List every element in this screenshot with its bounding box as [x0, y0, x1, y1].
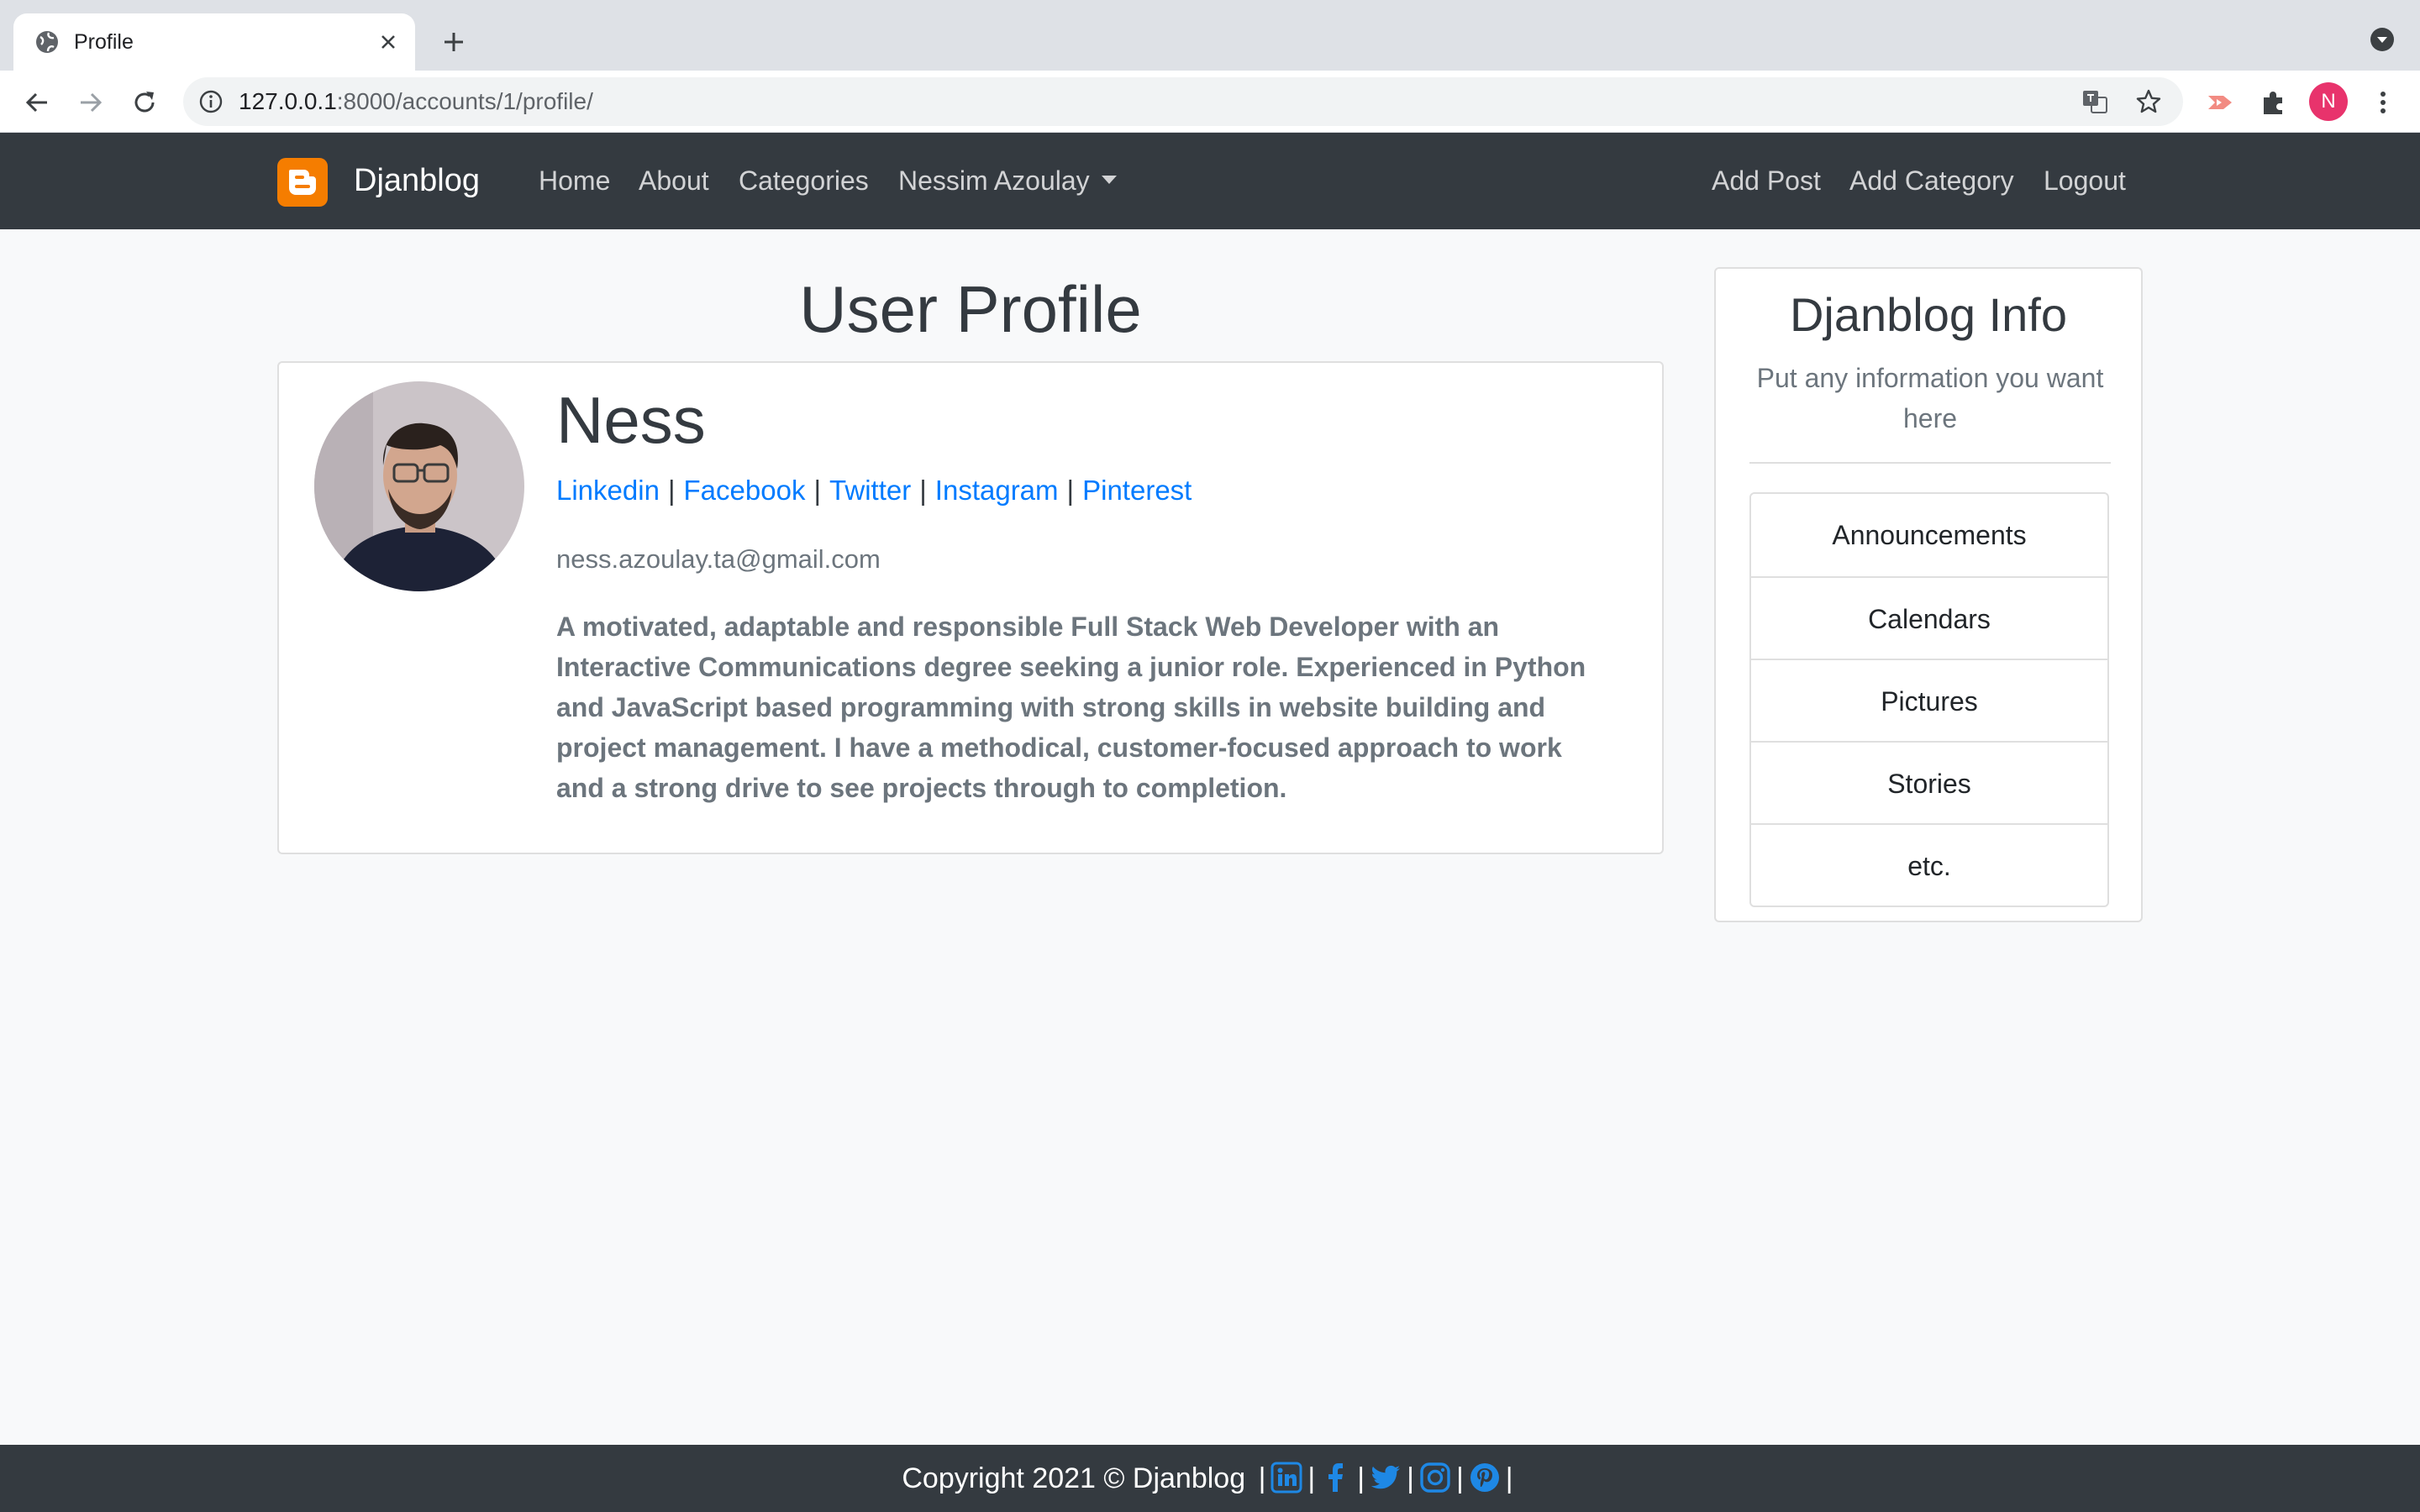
bookmark-star-icon[interactable] — [2134, 87, 2163, 116]
profile-card: Ness Linkedin | Facebook | Twitter | Instagram… — [277, 361, 1664, 854]
divider — [1749, 462, 2111, 464]
separator: | — [813, 475, 822, 506]
social-links: Linkedin | Facebook | Twitter | Instagram | Pint… — [556, 472, 1192, 509]
site-footer: Copyright 2021 © Djanblog | | | | | | — [0, 1445, 2420, 1512]
nav-home[interactable]: Home — [539, 133, 610, 229]
browser-tabstrip: Profile — [0, 0, 2420, 71]
page-title: User Profile — [799, 272, 1142, 346]
sidebar-item-calendars[interactable]: Calendars — [1751, 576, 2107, 659]
sidebar-item-pictures[interactable]: Pictures — [1751, 659, 2107, 741]
linkedin-link[interactable]: Linkedin — [556, 475, 660, 506]
menu-dots-icon[interactable] — [2366, 86, 2400, 119]
forward-icon[interactable] — [74, 86, 108, 119]
reload-icon[interactable] — [128, 86, 161, 119]
footer-copyright: Copyright 2021 © Djanblog — [902, 1462, 1246, 1494]
profile-bio: A motivated, adaptable and responsible F… — [556, 612, 1586, 803]
separator: | — [1357, 1462, 1365, 1494]
nav-about[interactable]: About — [639, 133, 709, 229]
extension-arrow-icon[interactable] — [2203, 86, 2237, 119]
blogger-logo-icon[interactable] — [277, 158, 328, 207]
sidebar-item-stories[interactable]: Stories — [1751, 741, 2107, 823]
caret-down-icon — [1101, 175, 1117, 184]
globe-icon — [36, 31, 58, 53]
brand-name[interactable]: Djanblog — [354, 133, 480, 229]
sidebar-item-etc[interactable]: etc. — [1751, 823, 2107, 906]
url-host: 127.0.0.1 — [239, 88, 337, 114]
address-bar[interactable]: 127.0.0.1:8000/accounts/1/profile/ — [183, 77, 2183, 126]
tab-search-icon[interactable] — [2368, 25, 2396, 54]
separator: | — [1505, 1462, 1513, 1494]
separator: | — [1455, 1462, 1464, 1494]
separator: | — [1407, 1462, 1414, 1494]
nav-add-category[interactable]: Add Category — [1849, 133, 2014, 229]
instagram-link[interactable]: Instagram — [935, 475, 1059, 506]
pinterest-link[interactable]: Pinterest — [1082, 475, 1192, 506]
user-avatar — [314, 381, 524, 591]
twitter-link[interactable]: Twitter — [829, 475, 911, 506]
puzzle-icon[interactable] — [2257, 86, 2291, 119]
sidebar-item-announcements[interactable]: Announcements — [1751, 494, 2107, 576]
sidebar-title: Djanblog Info — [1789, 288, 2067, 341]
url-text[interactable]: 127.0.0.1:8000/accounts/1/profile/ — [239, 77, 593, 126]
sidebar-list: Announcements Calendars Pictures Stories… — [1749, 492, 2109, 907]
nav-add-post[interactable]: Add Post — [1712, 133, 1821, 229]
tab-title: Profile — [74, 30, 134, 54]
separator: | — [667, 475, 676, 506]
facebook-icon[interactable] — [1320, 1462, 1352, 1494]
separator: | — [1307, 1462, 1316, 1494]
facebook-link[interactable]: Facebook — [684, 475, 806, 506]
nav-user-dropdown[interactable]: Nessim Azoulay — [898, 133, 1117, 229]
separator: | — [1066, 475, 1075, 506]
profile-name: Ness — [556, 383, 706, 457]
separator: | — [1258, 1462, 1266, 1494]
instagram-icon[interactable] — [1419, 1462, 1451, 1494]
user-menu-label: Nessim Azoulay — [898, 165, 1090, 196]
url-path: :8000/accounts/1/profile/ — [336, 88, 593, 114]
twitter-icon[interactable] — [1370, 1462, 1402, 1494]
separator: | — [919, 475, 927, 506]
pinterest-icon[interactable] — [1469, 1462, 1501, 1494]
browser-toolbar: 127.0.0.1:8000/accounts/1/profile/ N — [0, 71, 2420, 133]
browser-tab[interactable]: Profile — [13, 13, 415, 71]
nav-logout[interactable]: Logout — [2044, 133, 2126, 229]
info-sidebar: Djanblog Info Put any information you wa… — [1714, 267, 2143, 922]
profile-avatar[interactable]: N — [2309, 82, 2348, 121]
profile-email: ness.azoulay.ta@gmail.com — [556, 544, 881, 574]
sidebar-description: Put any information you want here — [1756, 363, 2104, 433]
close-icon[interactable] — [375, 29, 402, 55]
translate-icon[interactable] — [2081, 87, 2109, 116]
site-navbar: Djanblog Home About Categories Nessim Az… — [0, 133, 2420, 229]
new-tab-icon[interactable] — [437, 25, 471, 59]
back-icon[interactable] — [20, 86, 54, 119]
nav-categories[interactable]: Categories — [739, 133, 869, 229]
linkedin-icon[interactable] — [1270, 1462, 1302, 1494]
info-icon[interactable] — [198, 89, 224, 114]
